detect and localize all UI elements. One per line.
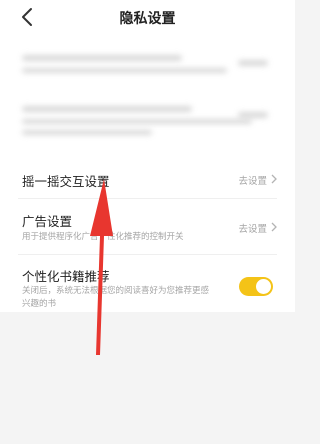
go-settings-link[interactable]: 去设置: [238, 173, 267, 187]
toggle-knob: [256, 279, 271, 294]
row-subtitle-line2: 兴趣的书: [22, 299, 57, 309]
chevron-right-icon: [271, 222, 277, 232]
personalized-recommendation-toggle[interactable]: [239, 277, 273, 296]
top-bar: 隐私设置: [0, 0, 295, 38]
blurred-settings-section: [0, 38, 295, 151]
go-settings-link[interactable]: 去设置: [238, 221, 267, 235]
shake-interaction-settings-row[interactable]: 摇一摇交互设置 去设置: [0, 150, 295, 198]
blurred-setting-row-1: [0, 38, 295, 90]
chevron-right-icon: [271, 174, 277, 184]
row-subtitle: 用于提供程序化广告个性化推荐的控制开关: [22, 232, 184, 242]
ad-settings-row[interactable]: 广告设置 用于提供程序化广告个性化推荐的控制开关 去设置: [0, 199, 295, 254]
row-title: 广告设置: [22, 214, 73, 229]
row-title: 个性化书籍推荐: [22, 269, 110, 284]
page-title: 隐私设置: [119, 11, 176, 27]
row-title: 摇一摇交互设置: [22, 174, 110, 189]
row-subtitle-line1: 关闭后，系统无法根据您的阅读喜好为您推荐更感: [22, 286, 210, 296]
blurred-setting-row-2: [0, 94, 295, 146]
